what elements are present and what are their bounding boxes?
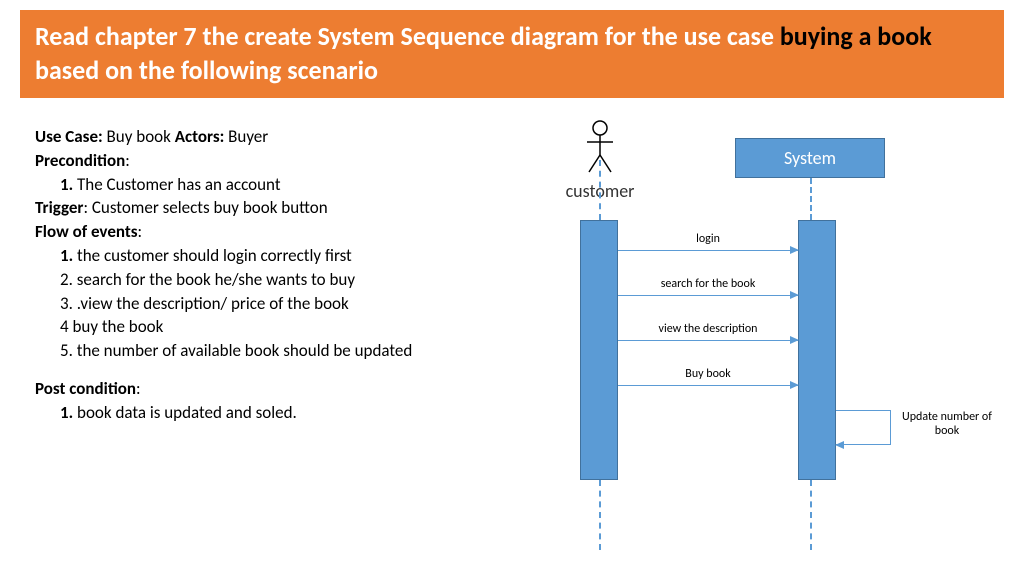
flow-1-text: the customer should login correctly firs… — [73, 245, 352, 266]
arrow-buy — [618, 385, 798, 386]
usecase-text: Use Case: Buy book Actors: Buyer Precond… — [35, 125, 515, 425]
system-lifeline — [810, 178, 812, 220]
msg-buy: Buy book — [618, 367, 798, 381]
trigger-label: Trigger — [35, 197, 83, 218]
postcond-label: Post condition — [35, 378, 136, 399]
system-lifeline-bottom — [810, 480, 812, 550]
title-banner: Read chapter 7 the create System Sequenc… — [20, 10, 1004, 98]
msg-login: login — [618, 232, 798, 246]
flow-4: 4 buy the book — [60, 315, 515, 339]
usecase-value: Buy book — [103, 126, 175, 147]
msg-update: Update number of book — [892, 410, 1002, 438]
actor-activation — [580, 220, 618, 480]
actors-value: Buyer — [224, 126, 268, 147]
arrow-search — [618, 295, 798, 296]
sequence-diagram: customer System login search for the boo… — [530, 120, 1010, 570]
msg-view: view the description — [618, 322, 798, 336]
flow-1-num: 1. — [60, 245, 73, 266]
system-box: System — [735, 138, 885, 178]
arrow-view — [618, 340, 798, 341]
flow-5: 5. the number of available book should b… — [60, 339, 515, 363]
precondition-label: Precondition — [35, 150, 125, 171]
flow-label: Flow of events — [35, 221, 138, 242]
post-1-num: 1. — [60, 402, 73, 423]
system-label: System — [784, 147, 836, 169]
precond-1-num: 1. — [60, 174, 73, 195]
arrow-login — [618, 250, 798, 251]
actors-label: Actors: — [175, 126, 225, 147]
actor-lifeline-bottom — [599, 480, 601, 550]
title-suffix: based on the following scenario — [35, 54, 378, 86]
post-1-text: book data is updated and soled. — [73, 402, 297, 423]
system-activation — [798, 220, 836, 480]
trigger-value: : Customer selects buy book button — [83, 197, 327, 218]
arrow-update — [836, 410, 891, 445]
flow-3: 3. .view the description/ price of the b… — [60, 292, 515, 316]
precond-1-text: The Customer has an account — [73, 174, 280, 195]
title-highlight: buying a book — [780, 20, 932, 52]
title-prefix: Read chapter 7 the create System Sequenc… — [35, 20, 780, 52]
actor-lifeline — [599, 160, 601, 220]
msg-search: search for the book — [618, 277, 798, 291]
usecase-label: Use Case: — [35, 126, 103, 147]
flow-2: 2. search for the book he/she wants to b… — [60, 268, 515, 292]
